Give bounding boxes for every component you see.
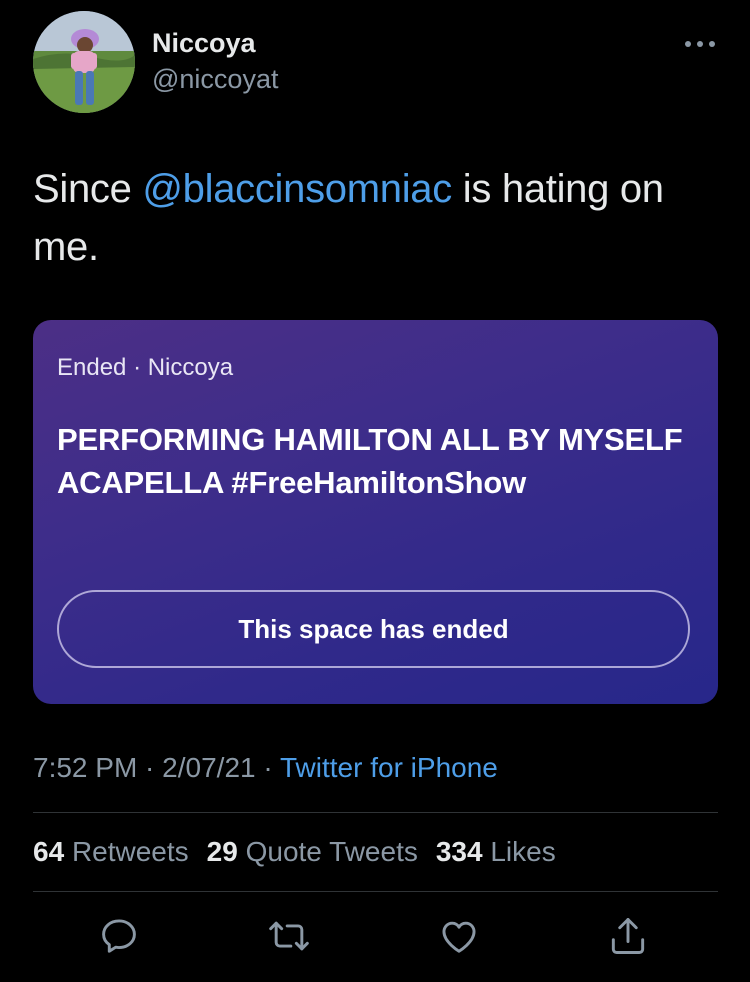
more-icon[interactable] bbox=[682, 32, 718, 56]
quote-tweets-count: 29 bbox=[206, 836, 238, 867]
space-title: PERFORMING HAMILTON ALL BY MYSELF ACAPEL… bbox=[57, 422, 683, 500]
author-name[interactable]: Niccoya bbox=[152, 28, 256, 59]
share-icon[interactable] bbox=[606, 914, 650, 958]
quote-tweets-stat[interactable]: 29 Quote Tweets bbox=[207, 836, 418, 867]
quote-tweets-label: Quote Tweets bbox=[245, 836, 418, 867]
divider bbox=[33, 891, 718, 892]
tweet-source-link[interactable]: Twitter for iPhone bbox=[280, 752, 498, 783]
divider bbox=[33, 812, 718, 813]
reply-icon[interactable] bbox=[97, 914, 141, 958]
like-icon[interactable] bbox=[437, 914, 481, 958]
tweet-stats: 64 Retweets 29 Quote Tweets 334 Likes bbox=[33, 836, 556, 868]
meta-separator: · bbox=[137, 752, 163, 783]
mention-link[interactable]: @blaccinsomniac bbox=[142, 167, 452, 211]
space-ended-button[interactable]: This space has ended bbox=[57, 590, 690, 668]
tweet-time: 7:52 PM bbox=[33, 752, 138, 783]
likes-count: 334 bbox=[435, 836, 483, 867]
meta-separator: · bbox=[255, 752, 280, 783]
tweet-text: Since @blaccinsomniac is hating on me. bbox=[33, 160, 723, 276]
retweets-stat[interactable]: 64 Retweets bbox=[33, 836, 189, 867]
retweets-count: 64 bbox=[33, 836, 65, 867]
retweet-icon[interactable] bbox=[267, 914, 311, 958]
avatar[interactable] bbox=[33, 11, 135, 113]
tweet-text-before: Since bbox=[33, 167, 143, 211]
space-card[interactable]: Ended · Niccoya PERFORMING HAMILTON ALL … bbox=[33, 320, 718, 704]
likes-stat[interactable]: 334 Likes bbox=[436, 836, 556, 867]
author-handle[interactable]: @niccoyat bbox=[152, 64, 278, 95]
avatar-photo bbox=[33, 11, 135, 113]
space-status: Ended · Niccoya bbox=[57, 354, 234, 381]
likes-label: Likes bbox=[490, 836, 556, 867]
tweet-date: 2/07/21 bbox=[162, 752, 256, 783]
retweets-label: Retweets bbox=[71, 836, 189, 867]
tweet-meta: 7:52 PM · 2/07/21 · Twitter for iPhone bbox=[33, 752, 498, 784]
